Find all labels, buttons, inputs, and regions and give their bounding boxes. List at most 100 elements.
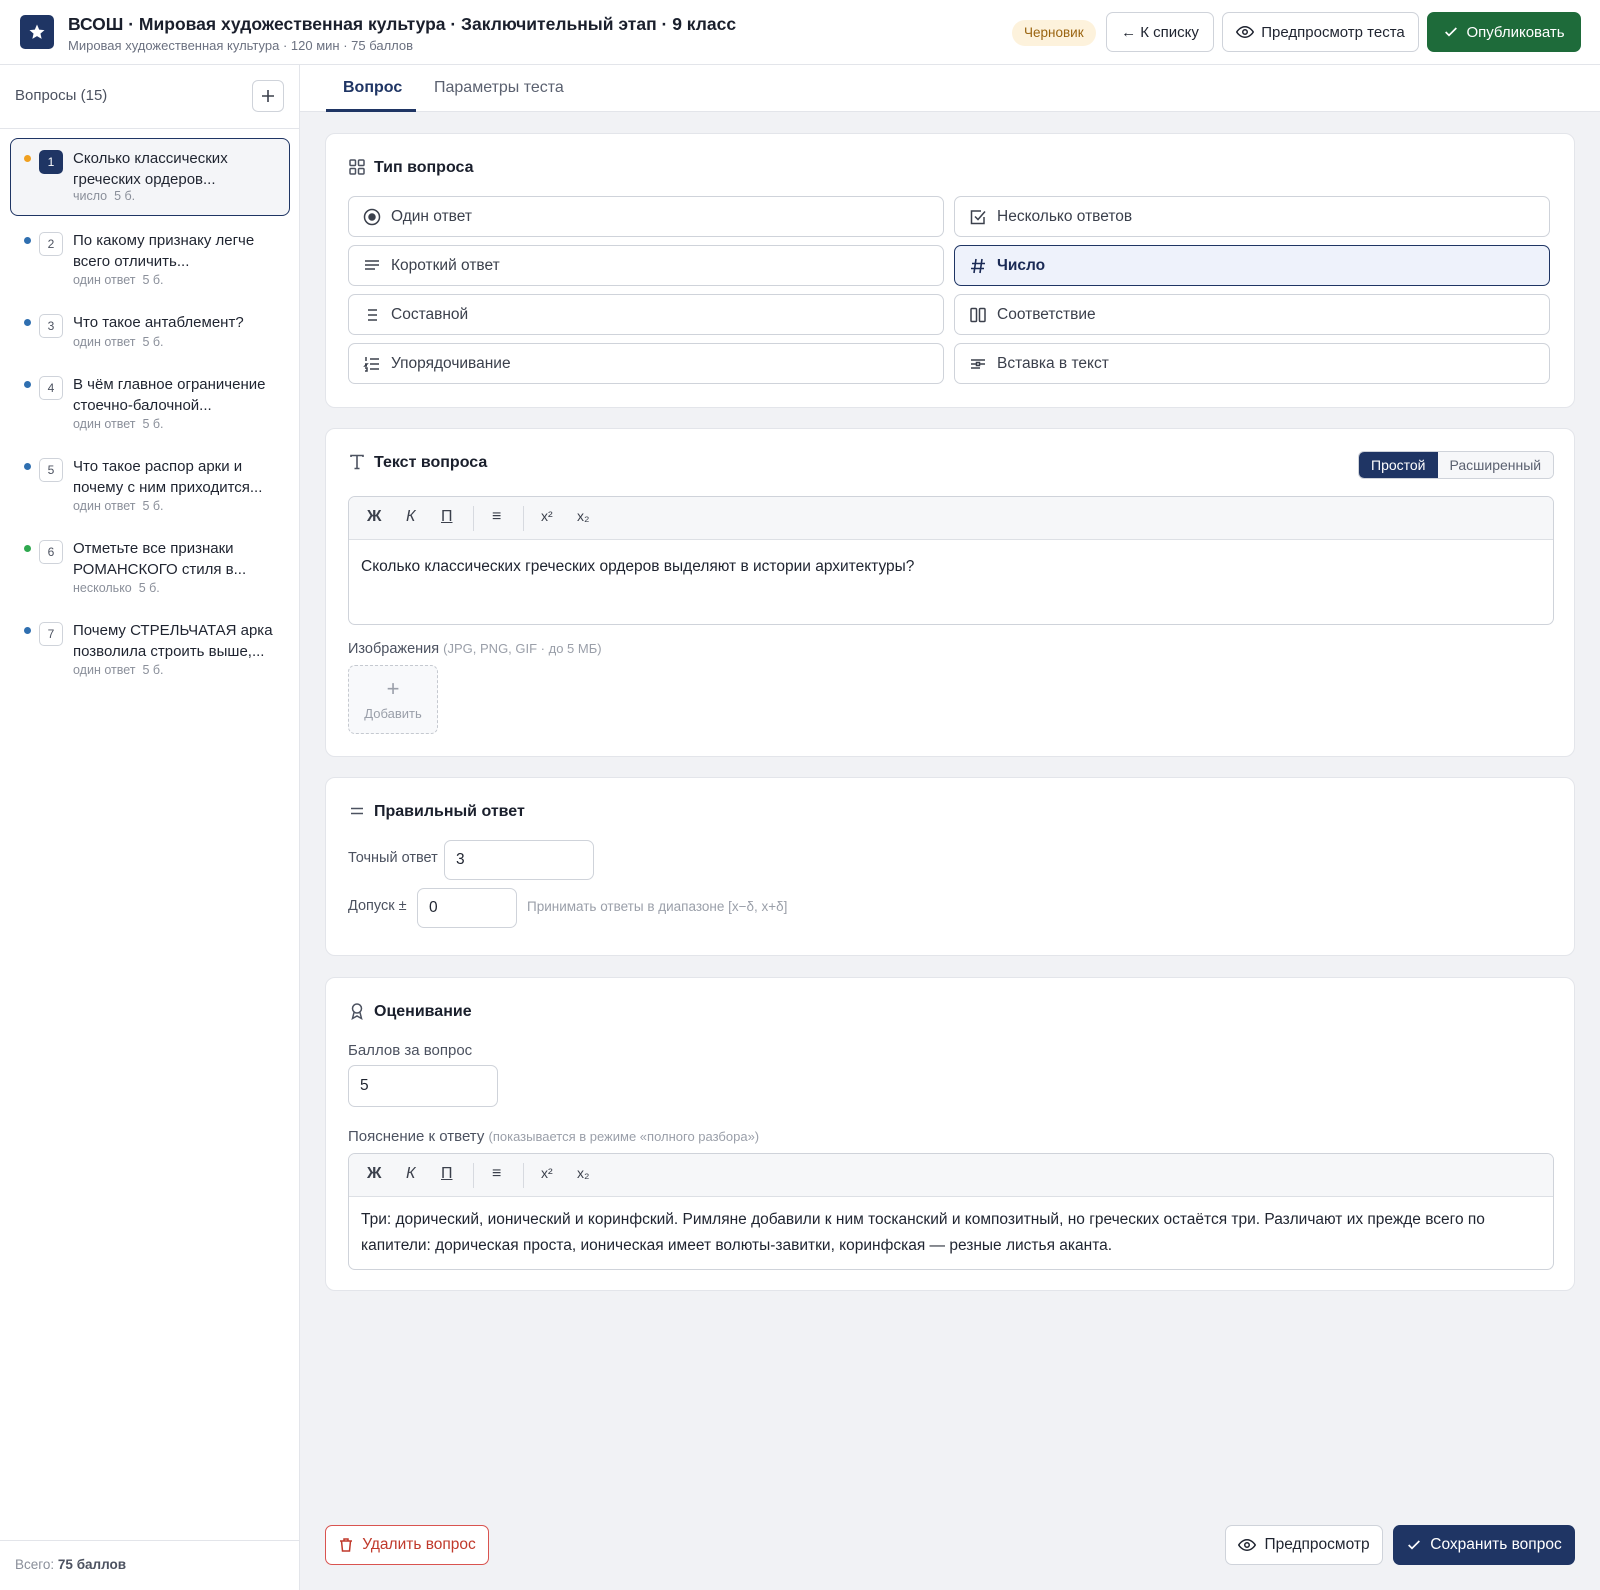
subscript-button[interactable]: x₂ <box>577 508 589 524</box>
question-item-2[interactable]: 2 По какому признаку легче всего отличит… <box>10 220 290 302</box>
question-type-title: Тип вопроса <box>374 159 474 176</box>
explanation-content[interactable]: Три: дорический, ионический и коринфский… <box>349 1197 1553 1269</box>
question-item-1[interactable]: 1 Сколько классических греческих ордеров… <box>10 138 290 216</box>
preview-question-button[interactable]: Предпросмотр <box>1225 1525 1383 1565</box>
type-option-label: Вставка в текст <box>997 354 1109 372</box>
list-icon <box>368 308 377 321</box>
tab-test-params[interactable]: Параметры теста <box>434 79 564 97</box>
question-type: один ответ <box>73 273 136 287</box>
delete-question-button[interactable]: Удалить вопрос <box>325 1525 489 1565</box>
plus-icon: + <box>386 676 400 701</box>
mode-simple-button[interactable]: Простой <box>1359 452 1438 478</box>
explanation-label-text: Пояснение к ответу <box>348 1128 485 1145</box>
question-number: 1 <box>39 150 63 174</box>
publish-button[interactable]: Опубликовать <box>1427 12 1581 52</box>
status-badge: Черновик <box>1012 20 1096 46</box>
text-type-icon <box>350 454 364 470</box>
question-type: число <box>73 189 108 203</box>
question-item-5[interactable]: 5 Что такое распор арки и почему с ним п… <box>10 446 290 528</box>
subscript-button[interactable]: x₂ <box>577 1165 589 1181</box>
question-points: 5 б. <box>142 335 164 349</box>
grading-title: Оценивание <box>374 1003 472 1020</box>
check-icon <box>1408 1540 1421 1550</box>
question-number: 5 <box>39 458 63 482</box>
add-question-button[interactable] <box>252 80 284 112</box>
bold-button[interactable]: Ж <box>367 1165 381 1183</box>
question-text-editor: Ж К П ≡ x² x₂ Сколько классических грече… <box>348 496 1554 625</box>
tab-question[interactable]: Вопрос <box>343 79 402 97</box>
top-bar: ВСОШ · Мировая художественная культура ·… <box>0 0 1600 65</box>
exact-answer-label: Точный ответ <box>348 850 438 866</box>
grading-card: Оценивание Баллов за вопрос 5 Пояснение … <box>325 977 1575 1291</box>
type-option-label: Число <box>997 256 1046 274</box>
radio-icon <box>363 208 381 225</box>
total-points-label: Всего: <box>15 1557 55 1572</box>
question-points: 5 б. <box>142 273 164 287</box>
italic-button[interactable]: К <box>406 1165 415 1183</box>
list-button[interactable]: ≡ <box>492 508 501 526</box>
images-label-text: Изображения <box>348 641 440 657</box>
star-icon <box>29 24 45 39</box>
explanation-hint: (показывается в режиме «полного разбора»… <box>488 1129 760 1144</box>
question-points: 5 б. <box>114 189 136 203</box>
type-option-label: Соответствие <box>997 305 1096 323</box>
question-points: 5 б. <box>142 663 164 677</box>
question-points: 5 б. <box>142 499 164 513</box>
explanation-editor: Ж К П ≡ x² x₂ Три: дорический, ионически… <box>348 1153 1554 1270</box>
type-option-matching[interactable]: Соответствие <box>954 294 1550 335</box>
type-option-composite[interactable]: Составной <box>348 294 944 335</box>
save-question-label: Сохранить вопрос <box>1430 1536 1562 1553</box>
type-option-single[interactable]: Один ответ <box>348 196 944 237</box>
underline-button[interactable]: П <box>441 1165 453 1183</box>
question-type-card: Тип вопроса Один ответ Несколько ответов… <box>325 133 1575 408</box>
question-type: один ответ <box>73 417 136 431</box>
type-option-short[interactable]: Короткий ответ <box>348 245 944 286</box>
question-meta: один ответ 5 б. <box>73 335 164 349</box>
mode-advanced-button[interactable]: Расширенный <box>1437 452 1554 478</box>
superscript-button[interactable]: x² <box>541 508 553 524</box>
editor-toolbar: Ж К П ≡ x² x₂ <box>349 1154 1553 1197</box>
question-item-3[interactable]: 3 Что такое антаблемент? один ответ 5 б. <box>10 302 290 364</box>
points-input[interactable]: 5 <box>348 1065 498 1107</box>
question-meta: несколько 5 б. <box>73 581 160 595</box>
bold-button[interactable]: Ж <box>367 508 381 526</box>
tolerance-input[interactable]: 0 <box>417 888 517 928</box>
questions-count-title: Вопросы (15) <box>15 87 108 104</box>
correct-answer-card: Правильный ответ Точный ответ 3 Допуск ±… <box>325 777 1575 956</box>
question-meta: один ответ 5 б. <box>73 663 164 677</box>
check-icon <box>1445 27 1458 37</box>
question-type: один ответ <box>73 499 136 513</box>
type-option-ordering[interactable]: Упорядочивание <box>348 343 944 384</box>
status-dot <box>24 463 31 470</box>
type-option-number[interactable]: Число <box>954 245 1550 286</box>
page-subtitle: Мировая художественная культура · 120 ми… <box>68 38 414 53</box>
save-question-button[interactable]: Сохранить вопрос <box>1393 1525 1575 1565</box>
add-image-button[interactable]: + Добавить <box>348 665 438 734</box>
images-label: Изображения (JPG, PNG, GIF · до 5 МБ) <box>348 641 602 657</box>
back-to-list-button[interactable]: ← К списку <box>1106 12 1214 52</box>
superscript-button[interactable]: x² <box>541 1165 553 1181</box>
underline-button[interactable]: П <box>441 508 453 526</box>
italic-button[interactable]: К <box>406 508 415 526</box>
status-dot <box>24 381 31 388</box>
sidebar-footer: Всего: 75 баллов <box>0 1540 300 1590</box>
question-item-7[interactable]: 7 Почему СТРЕЛЬЧАТАЯ арка позволила стро… <box>10 610 290 692</box>
toolbar-divider <box>523 1163 524 1188</box>
preview-test-label: Предпросмотр теста <box>1261 23 1405 41</box>
type-option-multiple[interactable]: Несколько ответов <box>954 196 1550 237</box>
question-text: Сколько классических греческих ордеров..… <box>73 150 228 188</box>
question-text: Что такое антаблемент? <box>73 314 244 331</box>
question-item-4[interactable]: 4 В чём главное ограничение стоечно-бало… <box>10 364 290 446</box>
question-number: 3 <box>39 314 63 338</box>
list-button[interactable]: ≡ <box>492 1165 501 1183</box>
question-item-6[interactable]: 6 Отметьте все признаки РОМАНСКОГО стиля… <box>10 528 290 610</box>
exact-answer-input[interactable]: 3 <box>444 840 594 880</box>
toolbar-divider <box>523 506 524 531</box>
question-meta: один ответ 5 б. <box>73 417 164 431</box>
type-option-cloze[interactable]: Вставка в текст <box>954 343 1550 384</box>
question-list: 1 Сколько классических греческих ордеров… <box>10 138 290 692</box>
preview-test-button[interactable]: Предпросмотр теста <box>1222 12 1419 52</box>
question-points: 5 б. <box>138 581 160 595</box>
question-text-content[interactable]: Сколько классических греческих ордеров в… <box>349 540 1553 594</box>
question-type: один ответ <box>73 335 136 349</box>
